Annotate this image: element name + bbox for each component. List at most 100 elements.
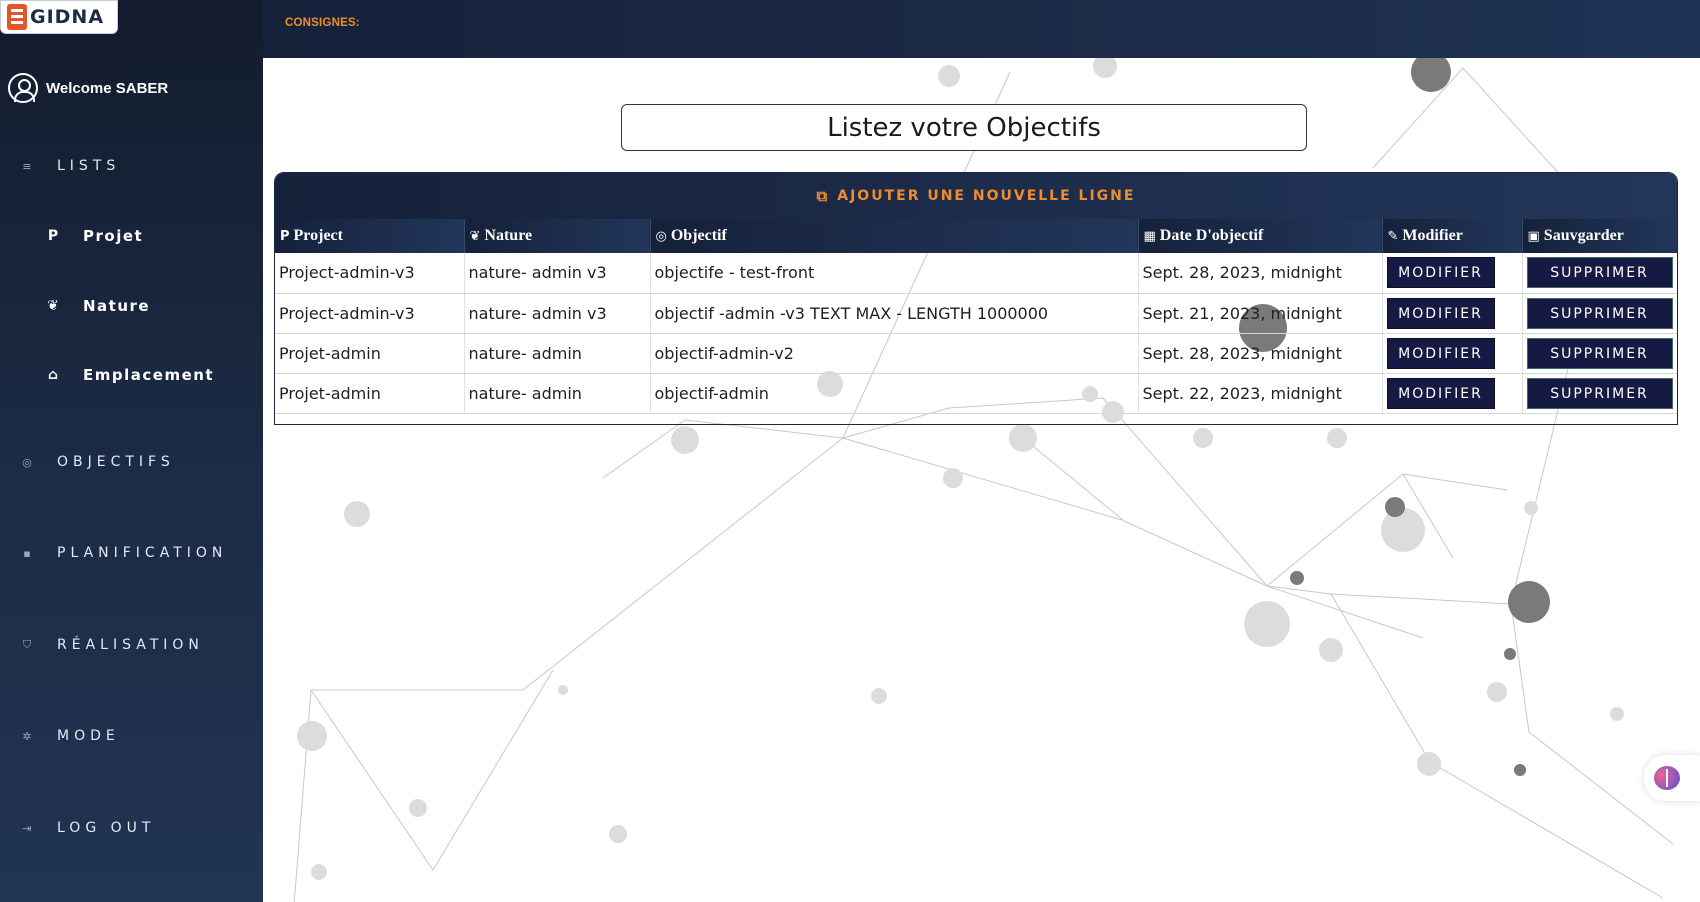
welcome-text: Welcome SABER [46,79,169,97]
column-header-date[interactable]: ▦ Date D'objectif [1138,219,1383,253]
page-title-box: Listez votre Objectifs [621,104,1307,151]
save-icon: ▣ [1527,229,1540,244]
bank-icon: ⌂ [47,367,59,383]
sidebar-item-label: PLANIFICATION [57,545,228,561]
sidebar-subitem-label: Nature [83,297,151,315]
cell-project: Project-admin-v3 [275,253,465,294]
sidebar-item-label: OBJECTIFS [57,454,175,470]
column-header-sauvgarder[interactable]: ▣ Sauvgarder [1522,219,1677,253]
sidebar-item-mode[interactable]: ✲ MODE [20,728,120,744]
p-letter-icon: P [280,229,290,244]
calendar-icon: ▦ [1143,229,1156,244]
column-label: Nature [484,227,533,244]
sidebar-item-label: LOG OUT [57,820,156,836]
add-line-label: AJOUTER UNE NOUVELLE LIGNE [837,188,1136,204]
sidebar-subitem-label: Emplacement [83,366,215,384]
cell-objectif: objectif -admin -v3 TEXT MAX - LENGTH 10… [650,293,1139,334]
modify-button[interactable]: MODIFIER [1386,337,1495,369]
logout-icon: ⇥ [22,821,32,835]
table-row: Project-admin-v3 nature- admin v3 object… [275,253,1677,294]
sidebar-item-logout[interactable]: ⇥ LOG OUT [20,820,155,836]
sidebar: GIDNA Welcome SABER ≡ LISTS P Projet ❦ N… [0,0,263,902]
calendar-icon: ▪ [23,546,31,560]
cell-delete: SUPPRIMER [1522,333,1677,374]
leaf-icon: ❦ [47,298,59,314]
sidebar-item-label: MODE [57,728,120,744]
cell-nature: nature- admin [464,373,651,414]
cell-date: Sept. 28, 2023, midnight [1138,253,1383,294]
edit-icon: ✎ [1387,229,1399,244]
cell-modify: MODIFIER [1382,373,1523,414]
column-label: Objectif [670,227,727,244]
modify-button[interactable]: MODIFIER [1386,257,1495,289]
page-title: Listez votre Objectifs [827,112,1101,143]
delete-button[interactable]: SUPPRIMER [1526,257,1673,289]
cell-nature: nature- admin v3 [464,293,651,334]
objectifs-table: P Project ❦ Nature ◎ Objectif ▦ Date D'objec… [275,219,1677,414]
sidebar-item-objectifs[interactable]: ◎ OBJECTIFS [20,454,175,470]
table-toolbar: ⧉ AJOUTER UNE NOUVELLE LIGNE [275,173,1677,219]
modify-button[interactable]: MODIFIER [1386,297,1495,329]
column-header-modifier[interactable]: ✎ Modifier [1382,219,1523,253]
list-icon: ≡ [22,159,32,173]
cell-delete: SUPPRIMER [1522,293,1677,334]
cell-project: Projet-admin [275,373,465,414]
table-row: Projet-admin nature- admin objectif-admi… [275,333,1677,374]
table-row: Projet-admin nature- admin objectif-admi… [275,373,1677,414]
delete-button[interactable]: SUPPRIMER [1526,297,1673,329]
top-header: CONSIGNES: [263,0,1700,58]
consignes-label: CONSIGNES: [285,17,360,29]
cell-modify: MODIFIER [1382,253,1523,294]
p-letter-icon: P [47,228,59,244]
column-label: Project [293,227,343,244]
sidebar-subitem-label: Projet [83,227,144,245]
cell-nature: nature- admin v3 [464,253,651,294]
logo-text: GIDNA [30,6,105,28]
sidebar-item-lists[interactable]: ≡ LISTS [20,158,120,174]
assistant-button[interactable] [1644,755,1700,801]
leaf-icon: ❦ [469,229,481,244]
cell-date: Sept. 22, 2023, midnight [1138,373,1383,414]
welcome-user: Welcome SABER [8,73,168,103]
column-header-project[interactable]: P Project [275,219,465,253]
copy-plus-icon: ⧉ [816,187,830,205]
user-circle-icon [8,73,38,103]
cell-modify: MODIFIER [1382,333,1523,374]
cell-delete: SUPPRIMER [1522,253,1677,294]
brain-icon [1654,766,1680,790]
target-icon: ◎ [655,229,667,244]
cell-project: Projet-admin [275,333,465,374]
cell-project: Project-admin-v3 [275,293,465,334]
sidebar-subitem-nature[interactable]: ❦ Nature [46,297,150,315]
sidebar-item-realisation[interactable]: ⛉ RÉALISATION [20,637,204,653]
delete-button[interactable]: SUPPRIMER [1526,337,1673,369]
column-header-objectif[interactable]: ◎ Objectif [650,219,1139,253]
modify-button[interactable]: MODIFIER [1386,377,1495,409]
gear-icon: ✲ [22,729,32,743]
column-label: Date D'objectif [1159,227,1264,244]
table-header-row: P Project ❦ Nature ◎ Objectif ▦ Date D'objec… [275,219,1677,253]
sidebar-item-planification[interactable]: ▪ PLANIFICATION [20,545,227,561]
sidebar-item-label: LISTS [57,158,121,174]
sidebar-subitem-emplacement[interactable]: ⌂ Emplacement [46,366,214,384]
cell-date: Sept. 21, 2023, midnight [1138,293,1383,334]
add-line-button[interactable]: ⧉ AJOUTER UNE NOUVELLE LIGNE [817,187,1136,205]
objectifs-table-card: ⧉ AJOUTER UNE NOUVELLE LIGNE P Project ❦ N… [274,172,1678,425]
cell-nature: nature- admin [464,333,651,374]
shield-check-icon: ⛉ [22,638,32,651]
cell-modify: MODIFIER [1382,293,1523,334]
table-row: Project-admin-v3 nature- admin v3 object… [275,293,1677,334]
app-logo[interactable]: GIDNA [0,0,118,34]
sidebar-item-label: RÉALISATION [57,637,204,653]
column-header-nature[interactable]: ❦ Nature [464,219,651,253]
delete-button[interactable]: SUPPRIMER [1526,377,1673,409]
logo-icon [7,4,27,30]
cell-objectif: objectife - test-front [650,253,1139,294]
target-icon: ◎ [22,455,32,469]
cell-delete: SUPPRIMER [1522,373,1677,414]
column-label: Modifier [1402,227,1463,244]
sidebar-subitem-projet[interactable]: P Projet [46,227,143,245]
column-label: Sauvgarder [1543,227,1624,244]
cell-date: Sept. 28, 2023, midnight [1138,333,1383,374]
cell-objectif: objectif-admin-v2 [650,333,1139,374]
